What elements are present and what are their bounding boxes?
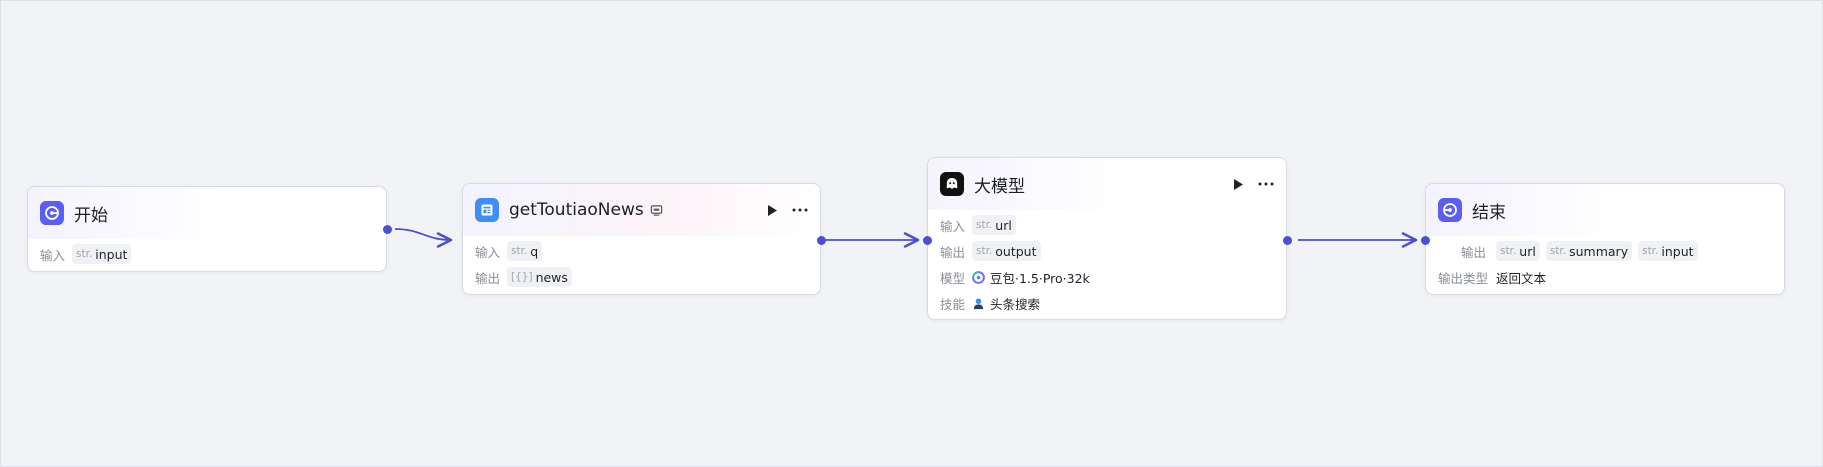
end-output-row: 输出 str. url str. summary str. input <box>1438 238 1772 264</box>
start-input-label: 输入 <box>40 247 66 263</box>
plugin-output-port[interactable] <box>817 236 826 245</box>
llm-output-row: 输出 str. output <box>940 238 1274 264</box>
end-output-chip-input: str. input <box>1638 241 1698 261</box>
run-play-icon[interactable] <box>766 204 778 217</box>
start-node-title: 开始 <box>74 205 108 226</box>
llm-model-value: 豆包·1.5·Pro·32k <box>990 270 1090 286</box>
start-node-header[interactable]: 开始 <box>28 187 386 239</box>
workflow-canvas[interactable]: 开始 输入 str. input getToutiaoNews 输入 str. … <box>0 0 1823 467</box>
plugin-input-label: 输入 <box>475 244 501 260</box>
start-icon <box>40 201 64 225</box>
llm-skill-label: 技能 <box>940 296 966 312</box>
end-output-chip-url: str. url <box>1496 241 1540 261</box>
end-icon <box>1438 198 1462 222</box>
end-node[interactable]: 结束 输出 str. url str. summary str. input 输出类型… <box>1425 183 1785 295</box>
plugin-output-label: 输出 <box>475 270 501 286</box>
plugin-output-chip: [{}] news <box>507 267 572 287</box>
start-output-port[interactable] <box>383 225 392 234</box>
doubao-model-icon <box>972 270 985 284</box>
plugin-node-header[interactable]: getToutiaoNews <box>463 184 820 236</box>
llm-skill-value: 头条搜索 <box>990 296 1041 312</box>
end-output-label: 输出 <box>1460 244 1486 260</box>
llm-input-label: 输入 <box>940 218 966 234</box>
end-node-header[interactable]: 结束 <box>1426 184 1784 236</box>
more-options-icon[interactable] <box>792 208 808 212</box>
end-output-type-row: 输出类型 返回文本 <box>1438 264 1772 290</box>
llm-input-port[interactable] <box>923 236 932 245</box>
end-output-type-value: 返回文本 <box>1496 270 1547 286</box>
llm-input-chip: str. url <box>972 215 1016 235</box>
start-input-row: 输入 str. input <box>40 241 374 267</box>
start-node[interactable]: 开始 输入 str. input <box>27 186 387 272</box>
edge-start-to-plugin <box>394 228 453 248</box>
llm-output-port[interactable] <box>1283 236 1292 245</box>
plugin-node[interactable]: getToutiaoNews 输入 str. q 输出 [{}] news <box>462 183 821 295</box>
more-options-icon[interactable] <box>1258 182 1274 186</box>
llm-model-label: 模型 <box>940 270 966 286</box>
end-output-chip-summary: str. summary <box>1545 241 1633 261</box>
newspaper-icon <box>475 198 499 222</box>
llm-output-chip: str. output <box>972 241 1041 261</box>
llm-model-row: 模型 豆包·1.5·Pro·32k <box>940 264 1274 290</box>
llm-output-label: 输出 <box>940 244 966 260</box>
llm-input-row: 输入 str. url <box>940 212 1274 238</box>
end-node-title: 结束 <box>1472 202 1506 223</box>
end-input-port[interactable] <box>1421 236 1430 245</box>
plugin-input-row: 输入 str. q <box>475 238 808 264</box>
plugin-input-chip: str. q <box>507 241 543 261</box>
plugin-badge-icon <box>650 204 663 217</box>
plugin-output-row: 输出 [{}] news <box>475 264 808 290</box>
llm-node-header[interactable]: 大模型 <box>928 158 1286 210</box>
toutiao-search-icon <box>972 297 985 310</box>
llm-node[interactable]: 大模型 输入 str. url 输出 str. output 模型 豆包·1.5… <box>927 157 1287 320</box>
llm-robot-icon <box>940 172 964 196</box>
llm-node-title: 大模型 <box>974 176 1025 197</box>
llm-skill-row: 技能 头条搜索 <box>940 290 1274 316</box>
end-output-type-label: 输出类型 <box>1438 270 1489 286</box>
run-play-icon[interactable] <box>1232 178 1244 191</box>
plugin-node-title: getToutiaoNews <box>509 200 644 220</box>
start-input-chip: str. input <box>72 244 132 264</box>
